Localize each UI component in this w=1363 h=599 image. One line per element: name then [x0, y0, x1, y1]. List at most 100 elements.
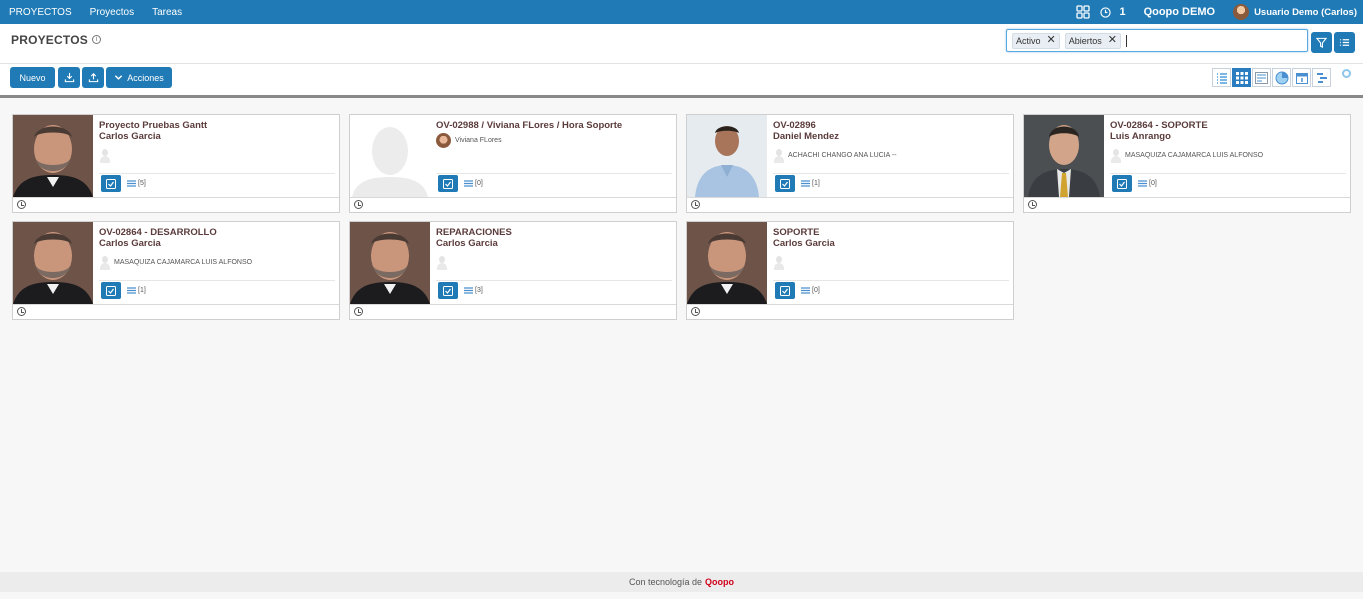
checkbox-icon: [780, 178, 790, 189]
footer-brand-link[interactable]: Qoopo: [705, 577, 734, 587]
user-name: Usuario Demo (Carlos): [1254, 6, 1357, 18]
project-card[interactable]: OV-02988 / Viviana FLores / Hora Soporte…: [349, 114, 677, 213]
project-card[interactable]: OV-02864 - SOPORTE Luis Anrango MASAQUIZ…: [1023, 114, 1351, 213]
info-icon[interactable]: i: [92, 35, 101, 44]
nav-item-proyectos-module[interactable]: PROYECTOS: [0, 7, 81, 18]
card-task-button[interactable]: [101, 282, 121, 299]
chevron-down-icon: [115, 75, 123, 80]
view-list-button[interactable]: [1212, 68, 1231, 87]
card-photo: [687, 222, 767, 304]
download-button[interactable]: [58, 67, 80, 88]
card-title: OV-02896: [773, 120, 816, 131]
user-avatar: [1233, 4, 1250, 20]
task-list-icon: [464, 180, 473, 187]
notification-count: 1: [1119, 6, 1126, 18]
task-list-icon: [801, 180, 810, 187]
checkbox-icon: [780, 285, 790, 296]
card-task-button[interactable]: [775, 282, 795, 299]
view-form-button[interactable]: [1252, 68, 1271, 87]
task-list-icon: [464, 287, 473, 294]
card-subtitle: Carlos Garcia: [99, 238, 161, 249]
card-photo: [350, 222, 430, 304]
settings-dot-icon[interactable]: [1342, 69, 1351, 78]
new-button[interactable]: Nuevo: [10, 67, 55, 88]
task-count-value: [1]: [138, 287, 146, 294]
pie-chart-icon: [1275, 71, 1288, 84]
project-card[interactable]: Proyecto Pruebas Gantt Carlos Garcia [5]: [12, 114, 340, 213]
clock-icon[interactable]: [1028, 200, 1037, 209]
divider: [99, 173, 335, 174]
assignee-name: ACHACHI CHANGO ANA LUCIA --: [788, 151, 897, 159]
filter-chip-abiertos: Abiertos ✕: [1064, 32, 1121, 49]
card-task-button[interactable]: [775, 175, 795, 192]
user-placeholder-icon: [1110, 148, 1121, 163]
view-kanban-button[interactable]: [1232, 68, 1251, 87]
user-placeholder-icon: [99, 148, 110, 163]
clock-icon[interactable]: [17, 200, 26, 209]
card-assignee: ACHACHI CHANGO ANA LUCIA --: [773, 147, 897, 163]
list-view-icon: [1216, 72, 1227, 84]
card-task-button[interactable]: [1112, 175, 1132, 192]
task-count: [1]: [127, 287, 146, 294]
list-options-button[interactable]: [1334, 32, 1355, 53]
project-card[interactable]: OV-02864 - DESARROLLO Carlos Garcia MASA…: [12, 221, 340, 320]
nav-item-tareas[interactable]: Tareas: [143, 7, 191, 18]
task-count: [0]: [801, 287, 820, 294]
clock-icon[interactable]: [691, 307, 700, 316]
checkbox-icon: [443, 285, 453, 296]
clock-icon[interactable]: [17, 307, 26, 316]
clock-icon[interactable]: [691, 200, 700, 209]
card-assignee: [436, 254, 447, 270]
card-task-button[interactable]: [438, 175, 458, 192]
top-navbar: PROYECTOS Proyectos Tareas 1 Qoopo DEMO …: [0, 0, 1363, 24]
view-gantt-button[interactable]: [1312, 68, 1331, 87]
task-count: [0]: [464, 180, 483, 187]
divider: [773, 173, 1009, 174]
user-placeholder-icon: [99, 255, 110, 270]
project-card[interactable]: REPARACIONES Carlos Garcia [3]: [349, 221, 677, 320]
actions-label: Acciones: [127, 72, 164, 83]
top-right-menu: 1 Qoopo DEMO Usuario Demo (Carlos): [1076, 0, 1357, 24]
grid-view-icon: [1235, 71, 1248, 84]
apps-grid-icon[interactable]: [1076, 5, 1091, 19]
upload-button[interactable]: [82, 67, 104, 88]
task-count-value: [0]: [475, 180, 483, 187]
task-list-icon: [1138, 180, 1147, 187]
action-toolbar: Nuevo Acciones: [0, 64, 1363, 98]
card-photo-placeholder: [350, 115, 430, 197]
clock-icon[interactable]: [354, 307, 363, 316]
view-chart-button[interactable]: [1272, 68, 1291, 87]
actions-dropdown[interactable]: Acciones: [106, 67, 172, 88]
remove-filter-icon[interactable]: ✕: [1047, 35, 1056, 46]
card-subtitle: Daniel Mendez: [773, 131, 839, 142]
project-card[interactable]: OV-02896 Daniel Mendez ACHACHI CHANGO AN…: [686, 114, 1014, 213]
card-task-button[interactable]: [101, 175, 121, 192]
funnel-icon: [1316, 37, 1327, 48]
card-photo: [687, 115, 767, 197]
activity-clock-button[interactable]: 1: [1100, 6, 1126, 18]
card-task-button[interactable]: [438, 282, 458, 299]
task-count: [0]: [1138, 180, 1157, 187]
filter-chip-label: Abiertos: [1068, 35, 1102, 46]
search-input[interactable]: Activo ✕ Abiertos ✕: [1006, 29, 1308, 52]
clock-icon[interactable]: [354, 200, 363, 209]
filter-chip-label: Activo: [1016, 35, 1041, 46]
card-footer: [13, 197, 339, 212]
project-card[interactable]: SOPORTE Carlos Garcia [0]: [686, 221, 1014, 320]
task-count-value: [0]: [1149, 180, 1157, 187]
user-menu[interactable]: Usuario Demo (Carlos): [1233, 4, 1357, 20]
checkbox-icon: [1117, 178, 1127, 189]
remove-filter-icon[interactable]: ✕: [1108, 35, 1117, 46]
card-footer: [1024, 197, 1350, 212]
card-title: Proyecto Pruebas Gantt: [99, 120, 208, 131]
list-icon: [1339, 39, 1350, 46]
filter-button[interactable]: [1311, 32, 1332, 53]
card-subtitle: Luis Anrango: [1110, 131, 1171, 142]
card-assignee: MASAQUIZA CAJAMARCA LUIS ALFONSO: [1110, 147, 1263, 163]
company-switcher[interactable]: Qoopo DEMO: [1144, 6, 1216, 18]
clock-icon: [1100, 6, 1112, 18]
nav-item-proyectos[interactable]: Proyectos: [81, 7, 143, 18]
card-footer: [687, 304, 1013, 319]
assignee-name: Viviana FLores: [455, 136, 502, 144]
view-calendar-button[interactable]: [1292, 68, 1311, 87]
